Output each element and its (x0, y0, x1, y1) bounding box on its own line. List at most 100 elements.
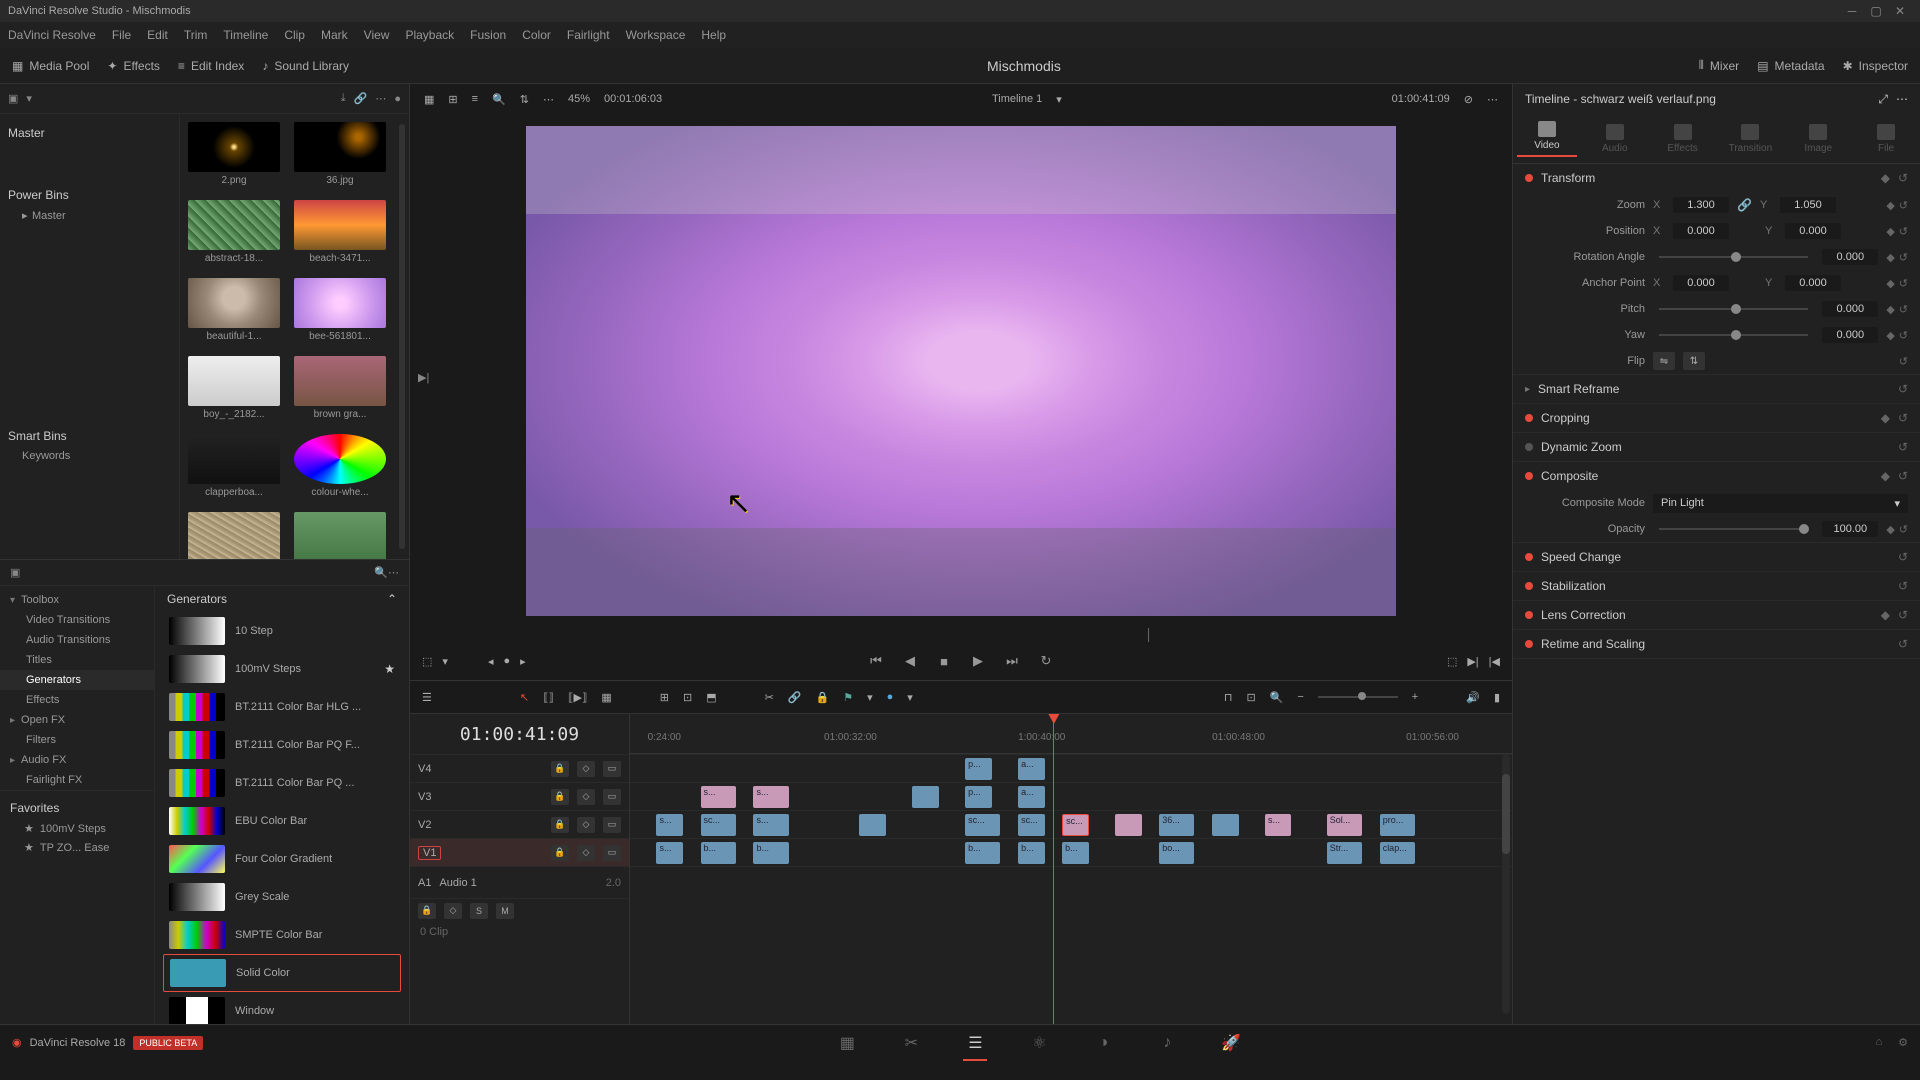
menu-file[interactable]: File (112, 28, 131, 42)
zoom-x-input[interactable]: 1.300 (1673, 197, 1729, 213)
clip[interactable]: s... (753, 786, 788, 808)
media-clip[interactable]: bee-561801... (294, 278, 386, 342)
inspector-tab-transition[interactable]: Transition (1720, 124, 1780, 154)
audio-transitions-node[interactable]: Audio Transitions (0, 630, 154, 650)
clip[interactable]: p... (965, 758, 991, 780)
prev-edit-icon[interactable]: ▶| (418, 371, 429, 384)
color-page-icon[interactable]: ◑ (1091, 1033, 1115, 1053)
clip[interactable]: s... (753, 814, 788, 836)
media-page-icon[interactable]: ▦ (835, 1033, 859, 1053)
cropping-header[interactable]: Cropping◆↺ (1513, 404, 1920, 432)
keyframe-icon[interactable]: ◆ (1881, 171, 1890, 185)
lens-correction-header[interactable]: Lens Correction◆↺ (1513, 601, 1920, 629)
selection-tool[interactable]: ↖ (520, 691, 529, 704)
prev-marker-icon[interactable]: ◂ (488, 655, 494, 668)
timeline-scrollbar[interactable] (1502, 754, 1510, 1014)
sound-library-toggle[interactable]: ♪ Sound Library (262, 59, 349, 73)
generator-item[interactable]: SMPTE Color Bar (163, 916, 401, 954)
rotation-input[interactable]: 0.000 (1822, 249, 1878, 265)
edit-index-toggle[interactable]: ≡ Edit Index (178, 59, 244, 73)
speed-change-header[interactable]: Speed Change↺ (1513, 543, 1920, 571)
toolbox-node[interactable]: ▾Toolbox (0, 590, 154, 610)
fx-panel-icon[interactable]: ▣ (10, 566, 20, 579)
view-mode-icon[interactable]: ▦ (424, 93, 434, 106)
smart-reframe-header[interactable]: ▸Smart Reframe↺ (1513, 375, 1920, 403)
prev-edit-icon[interactable]: |◀ (1489, 655, 1500, 668)
track-v2-lane[interactable]: s... sc... s... sc... sc... sc... 36... … (630, 810, 1512, 838)
match-frame-icon[interactable]: ⬚ (1447, 655, 1457, 668)
audiofx-node[interactable]: ▸Audio FX (0, 750, 154, 770)
enable-dot-icon[interactable] (1525, 174, 1533, 182)
inspector-tab-file[interactable]: File (1856, 124, 1916, 154)
link-icon[interactable]: 🔗 (1737, 198, 1752, 212)
transform-section-header[interactable]: Transform ◆↺ (1513, 164, 1920, 192)
menu-fairlight[interactable]: Fairlight (567, 28, 610, 42)
chevron-down-icon[interactable]: ▾ (26, 92, 32, 105)
composite-header[interactable]: Composite◆↺ (1513, 462, 1920, 490)
menu-davinci[interactable]: DaVinci Resolve (8, 28, 96, 42)
link-icon[interactable]: 🔗 (788, 691, 802, 704)
menu-color[interactable]: Color (522, 28, 551, 42)
close-button[interactable]: ✕ (1888, 2, 1912, 20)
more-icon[interactable]: ⋯ (375, 92, 386, 105)
clip[interactable]: sc... (701, 814, 736, 836)
collapse-icon[interactable]: ⌃ (387, 592, 397, 606)
scrubber[interactable] (410, 628, 1512, 642)
pitch-input[interactable]: 0.000 (1822, 301, 1878, 317)
effects-toggle[interactable]: ✦ Effects (107, 59, 160, 73)
import-icon[interactable]: ⤓ (341, 92, 346, 105)
play-button[interactable]: ▶ (968, 651, 988, 671)
media-clip[interactable]: boy_-_2182... (188, 356, 280, 420)
favorite-item[interactable]: ★TP ZO... Ease (10, 838, 144, 857)
track-v4-header[interactable]: V4 🔒 ◇ ▭ (410, 754, 629, 782)
generator-item[interactable]: 100mV Steps★ (163, 650, 401, 688)
video-transitions-node[interactable]: Video Transitions (0, 610, 154, 630)
flip-h-button[interactable]: ⇋ (1653, 352, 1675, 370)
stabilization-header[interactable]: Stabilization↺ (1513, 572, 1920, 600)
blade-tool[interactable]: ▦ (601, 691, 611, 704)
zoom-in-icon[interactable]: + (1412, 691, 1418, 703)
generator-item[interactable]: Four Color Gradient (163, 840, 401, 878)
dynamic-zoom-header[interactable]: Dynamic Zoom↺ (1513, 433, 1920, 461)
menu-edit[interactable]: Edit (147, 28, 168, 42)
clip[interactable]: clap... (1380, 842, 1415, 864)
viewer-canvas[interactable]: ↖ (526, 126, 1396, 616)
marker-icon[interactable]: ● (503, 655, 510, 667)
keyframe-icon[interactable]: ◆ (1886, 199, 1894, 212)
trim-tool[interactable]: ⟦⟧ (543, 691, 554, 704)
smart-bin-keywords[interactable]: Keywords (8, 447, 171, 465)
clip[interactable]: b... (701, 842, 736, 864)
zoom-y-input[interactable]: 1.050 (1780, 197, 1836, 213)
filters-node[interactable]: Filters (0, 730, 154, 750)
volume-icon[interactable]: 🔊 (1466, 691, 1480, 704)
clip[interactable]: b... (1062, 842, 1088, 864)
clip[interactable]: b... (1018, 842, 1044, 864)
bypass-icon[interactable]: ⊘ (1464, 93, 1473, 106)
openfx-node[interactable]: ▸Open FX (0, 710, 154, 730)
inspector-more-icon[interactable]: ⋯ (1896, 92, 1908, 106)
record-icon[interactable]: ● (394, 93, 401, 105)
fairlight-page-icon[interactable]: ♪ (1155, 1033, 1179, 1053)
detail-zoom-icon[interactable]: 🔍 (1270, 691, 1284, 704)
menu-mark[interactable]: Mark (321, 28, 348, 42)
clip[interactable]: pro... (1380, 814, 1415, 836)
anchor-y-input[interactable]: 0.000 (1785, 275, 1841, 291)
media-clip[interactable]: colour-whe... (294, 434, 386, 498)
inspector-toggle[interactable]: ✱ Inspector (1843, 59, 1908, 73)
fx-more-icon[interactable]: ⋯ (388, 566, 399, 579)
generator-item[interactable]: BT.2111 Color Bar PQ F... (163, 726, 401, 764)
disable-icon[interactable]: ▭ (603, 761, 621, 777)
marker-dropdown-icon[interactable]: ▾ (907, 691, 913, 704)
inspector-tab-image[interactable]: Image (1788, 124, 1848, 154)
menu-workspace[interactable]: Workspace (626, 28, 686, 42)
retime-scaling-header[interactable]: Retime and Scaling↺ (1513, 630, 1920, 658)
menu-help[interactable]: Help (701, 28, 726, 42)
yaw-input[interactable]: 0.000 (1822, 327, 1878, 343)
track-a1-lane[interactable] (630, 866, 1512, 922)
media-clip[interactable]: brown gra... (294, 356, 386, 420)
metadata-toggle[interactable]: ▤ Metadata (1757, 59, 1824, 73)
menu-view[interactable]: View (364, 28, 390, 42)
clip[interactable]: bo... (1159, 842, 1194, 864)
link-icon[interactable]: 🔗 (354, 92, 368, 105)
generators-node[interactable]: Generators (0, 670, 154, 690)
